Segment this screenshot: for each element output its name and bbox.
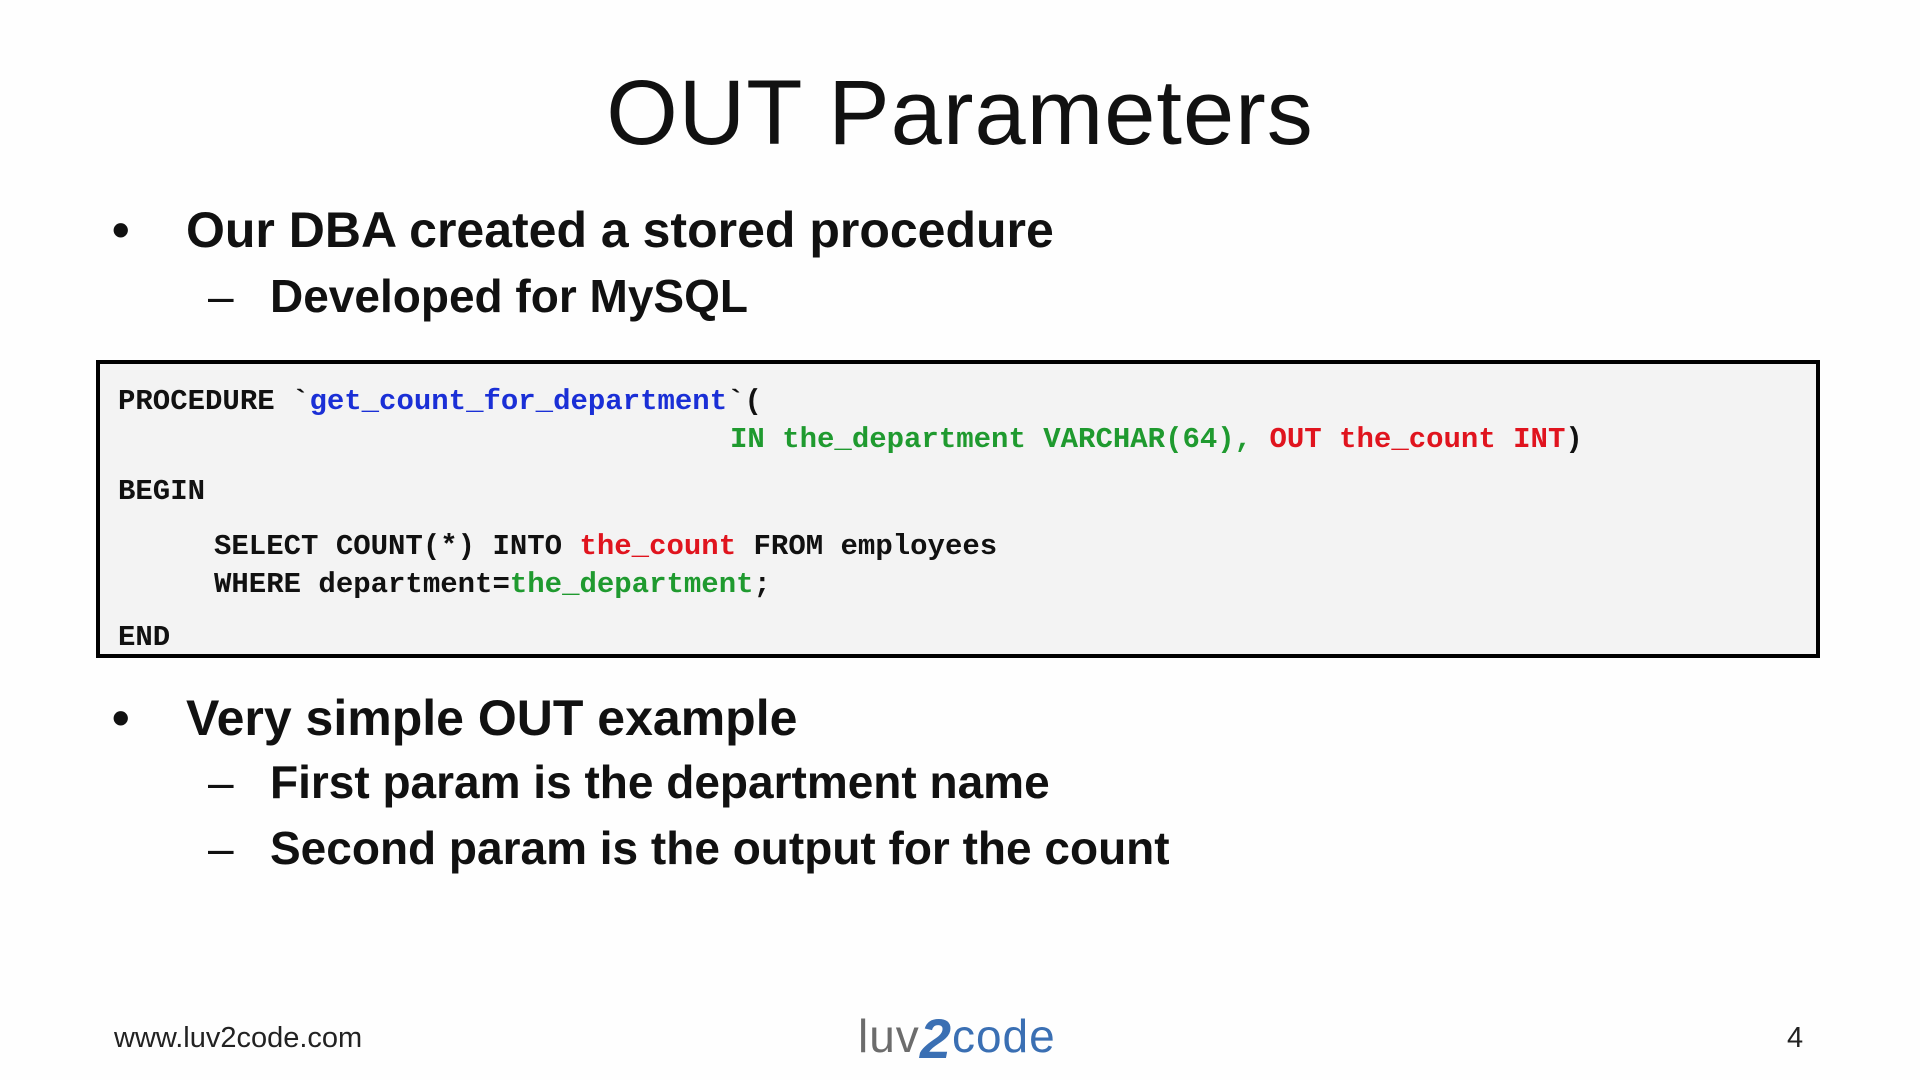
bullet-dash: – (208, 756, 234, 808)
code-block: PROCEDURE `get_count_for_department`( IN… (96, 360, 1820, 658)
bullet-sub-1: – Developed for MySQL (208, 268, 748, 324)
code-semicolon: ; (753, 568, 771, 601)
bullet-sub-2: – First param is the department name (208, 754, 1050, 810)
code-close-paren: ) (1565, 423, 1583, 456)
luv2code-logo: luv2code (858, 1000, 1056, 1070)
code-backtick: ` (292, 385, 310, 418)
slide-title: OUT Parameters (606, 62, 1314, 164)
bullet-dash: – (208, 822, 234, 874)
logo-two: 2 (919, 1007, 952, 1070)
code-procedure-name: get_count_for_department (309, 385, 728, 418)
code-line-5: WHERE department=the_department; (214, 567, 771, 603)
bullet-text: Very simple OUT example (186, 690, 798, 746)
code-line-4: SELECT COUNT(*) INTO the_count FROM empl… (214, 529, 997, 565)
bullet-dash: – (208, 270, 234, 322)
code-out-param: OUT the_count INT (1269, 423, 1566, 456)
code-out-var: the_count (579, 530, 737, 563)
bullet-text: Our DBA created a stored procedure (186, 202, 1054, 258)
page-number: 4 (1787, 1022, 1804, 1054)
logo-code: code (951, 1010, 1056, 1062)
code-where: WHERE department= (214, 568, 510, 601)
slide: OUT Parameters • Our DBA created a stored… (0, 0, 1920, 1080)
bullet-main-1: • Our DBA created a stored procedure (112, 200, 1054, 260)
code-select: SELECT COUNT(*) INTO (214, 530, 580, 563)
bullet-dot: • (112, 690, 130, 746)
bullet-sub-3: – Second param is the output for the coun… (208, 820, 1170, 876)
footer-url: www.luv2code.com (114, 1022, 363, 1054)
code-line-6: END (118, 621, 171, 654)
logo-luv: luv (858, 1010, 920, 1062)
bullet-sub-text: Second param is the output for the count (270, 822, 1170, 874)
code-in-param: IN the_department VARCHAR(64), (730, 423, 1270, 456)
code-line-3: BEGIN (118, 475, 206, 508)
code-from: FROM employees (736, 530, 998, 563)
bullet-sub-text: First param is the department name (270, 756, 1050, 808)
code-keyword: PROCEDURE (118, 385, 293, 418)
code-backtick-paren: `( (727, 385, 762, 418)
bullet-sub-text: Developed for MySQL (270, 270, 748, 322)
code-line-2: IN the_department VARCHAR(64), OUT the_c… (730, 422, 1583, 458)
bullet-dot: • (112, 202, 130, 258)
code-in-var: the_department (509, 568, 754, 601)
code-line-1: PROCEDURE `get_count_for_department`( (118, 384, 762, 420)
bullet-main-2: • Very simple OUT example (112, 688, 797, 748)
